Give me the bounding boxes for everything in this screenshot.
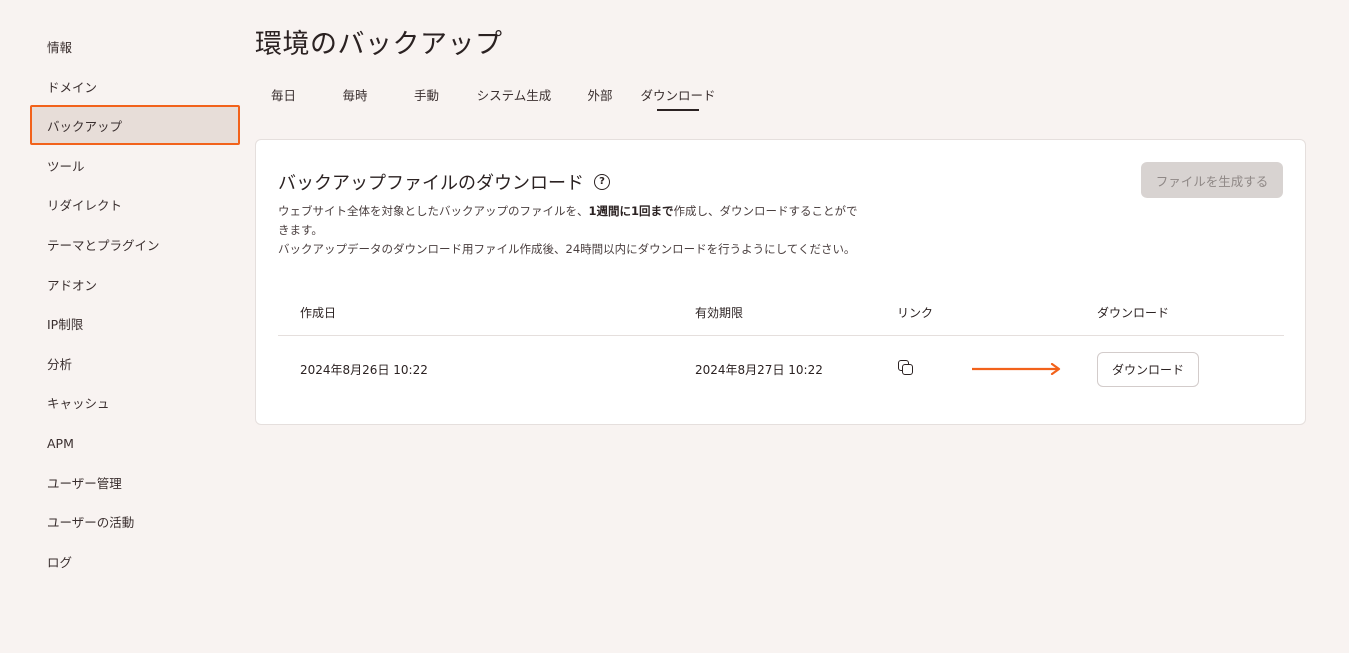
tab-manual[interactable]: 手動 <box>398 80 455 112</box>
cell-expires: 2024年8月27日 10:22 <box>695 362 823 377</box>
tab-external[interactable]: 外部 <box>573 80 627 112</box>
card-title: バックアップファイルのダウンロード ? <box>278 169 610 195</box>
sidebar-item-user-management[interactable]: ユーザー管理 <box>30 462 240 502</box>
sidebar-item-apm[interactable]: APM <box>30 422 240 462</box>
download-card: バックアップファイルのダウンロード ? ファイルを生成する ウェブサイト全体を対… <box>255 139 1306 425</box>
header-expires: 有効期限 <box>695 306 744 320</box>
sidebar-item-logs[interactable]: ログ <box>30 541 240 581</box>
sidebar-item-info[interactable]: 情報 <box>30 26 240 66</box>
generate-file-button[interactable]: ファイルを生成する <box>1141 162 1283 198</box>
sidebar-item-analytics[interactable]: 分析 <box>30 343 240 383</box>
sidebar-item-redirects[interactable]: リダイレクト <box>30 184 240 224</box>
backup-tabs: 毎日 毎時 手動 システム生成 外部 ダウンロード <box>255 80 729 112</box>
sidebar-item-tools[interactable]: ツール <box>30 145 240 185</box>
sidebar-item-ip-restriction[interactable]: IP制限 <box>30 303 240 343</box>
tab-download[interactable]: ダウンロード <box>627 80 729 112</box>
arrow-right-icon <box>972 363 1061 375</box>
tab-system-generated[interactable]: システム生成 <box>455 80 573 112</box>
cell-created: 2024年8月26日 10:22 <box>300 362 428 377</box>
desc-text-3: バックアップデータのダウンロード用ファイル作成後、24時間以内にダウンロードを行… <box>278 242 856 256</box>
tab-hourly[interactable]: 毎時 <box>312 80 398 112</box>
download-button[interactable]: ダウンロード <box>1097 351 1200 387</box>
sidebar: 情報 ドメイン バックアップ ツール リダイレクト テーマとプラグイン アドオン… <box>30 26 240 580</box>
card-title-text: バックアップファイルのダウンロード <box>278 173 584 194</box>
sidebar-item-addons[interactable]: アドオン <box>30 264 240 304</box>
page-title: 環境のバックアップ <box>255 29 503 60</box>
table-row: 2024年8月26日 10:22 2024年8月27日 10:22 ダウンロード <box>278 336 1284 402</box>
header-download: ダウンロード <box>1097 306 1170 320</box>
table-header: 作成日 有効期限 リンク ダウンロード <box>278 290 1284 336</box>
header-link: リンク <box>897 306 934 320</box>
question-circle-icon[interactable]: ? <box>594 174 610 190</box>
desc-text-1: ウェブサイト全体を対象としたバックアップのファイルを、 <box>278 204 589 218</box>
desc-bold: 1週間に1回まで <box>588 204 674 218</box>
sidebar-item-backups[interactable]: バックアップ <box>30 105 240 145</box>
tab-daily[interactable]: 毎日 <box>255 80 312 112</box>
sidebar-item-cache[interactable]: キャッシュ <box>30 382 240 422</box>
sidebar-item-domains[interactable]: ドメイン <box>30 66 240 106</box>
copy-icon[interactable] <box>897 359 915 377</box>
sidebar-item-themes-plugins[interactable]: テーマとプラグイン <box>30 224 240 264</box>
sidebar-item-user-activity[interactable]: ユーザーの活動 <box>30 501 240 541</box>
card-description: ウェブサイト全体を対象としたバックアップのファイルを、1週間に1回まで作成し、ダ… <box>278 202 858 259</box>
cell-download: ダウンロード <box>972 351 1284 387</box>
header-created: 作成日 <box>300 306 337 320</box>
downloads-table: 作成日 有効期限 リンク ダウンロード 2024年8月26日 10:22 202… <box>278 290 1284 402</box>
